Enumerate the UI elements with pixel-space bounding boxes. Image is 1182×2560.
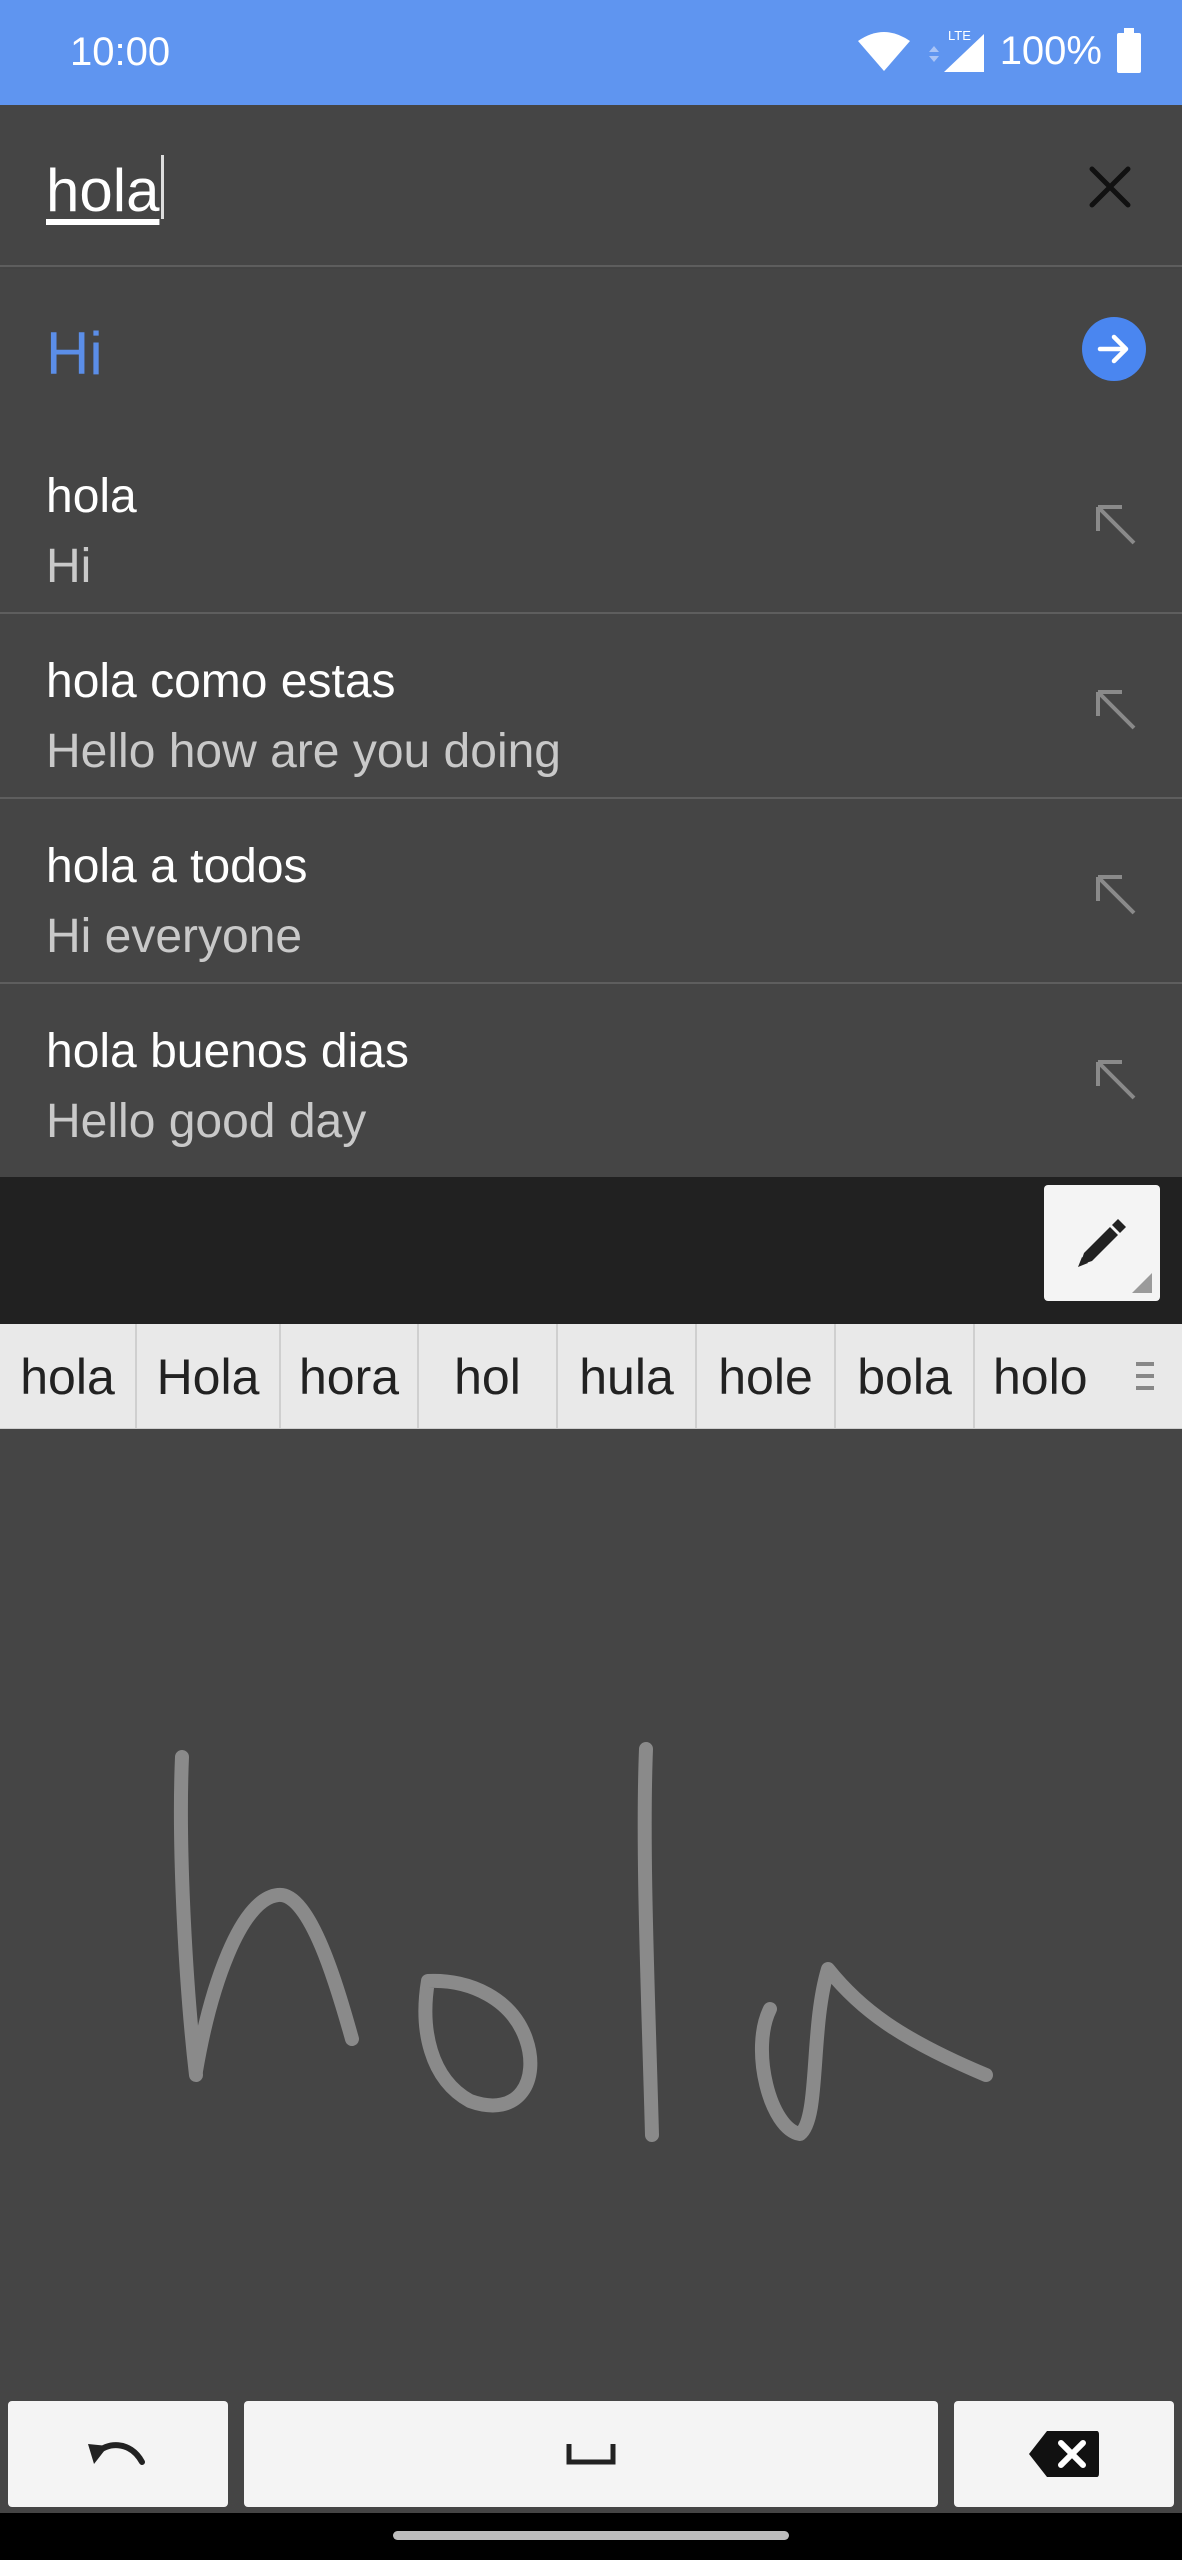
pen-icon xyxy=(1078,1219,1126,1267)
close-icon xyxy=(1089,166,1131,208)
search-input[interactable]: hola xyxy=(46,155,165,225)
suggestion-translation: Hi xyxy=(46,540,92,593)
battery-percent: 100% xyxy=(999,28,1102,73)
candidate-button[interactable]: hora xyxy=(281,1324,419,1429)
suggestion-item[interactable]: hola como estas Hello how are you doing xyxy=(0,614,1182,799)
undo-icon xyxy=(88,2442,145,2465)
north-west-arrow-icon[interactable] xyxy=(1090,1054,1142,1106)
candidate-button[interactable]: hola xyxy=(0,1324,137,1429)
open-translation-button[interactable] xyxy=(1082,317,1146,381)
signal-icon: LTE xyxy=(928,28,984,72)
keyboard-bottom-row xyxy=(0,2395,1182,2513)
more-candidates-icon xyxy=(1136,1362,1154,1390)
search-input-text: hola xyxy=(46,157,160,224)
status-icons: LTE 100% xyxy=(856,26,1142,76)
home-indicator[interactable] xyxy=(393,2531,789,2540)
handwriting-toolbar xyxy=(0,1177,1182,1324)
suggestion-item[interactable]: hola a todos Hi everyone xyxy=(0,799,1182,984)
network-label: LTE xyxy=(948,28,971,43)
candidate-button[interactable]: holo xyxy=(975,1324,1114,1429)
space-button[interactable] xyxy=(244,2401,938,2507)
candidate-button[interactable]: hula xyxy=(558,1324,697,1429)
suggestion-item[interactable]: hola Hi xyxy=(0,429,1182,614)
candidate-button[interactable]: Hola xyxy=(137,1324,281,1429)
handwriting-strokes xyxy=(173,1742,993,2142)
backspace-icon xyxy=(1029,2431,1099,2477)
arrow-right-icon xyxy=(1097,334,1129,364)
battery-icon xyxy=(1117,28,1141,73)
clear-search-button[interactable] xyxy=(1078,155,1142,219)
undo-button[interactable] xyxy=(8,2401,228,2507)
suggestion-translation: Hi everyone xyxy=(46,910,303,963)
status-time: 10:00 xyxy=(70,30,171,74)
translation-text: Hi xyxy=(46,320,103,387)
handwriting-canvas[interactable] xyxy=(0,1429,1182,2395)
suggestion-translation: Hello good day xyxy=(46,1095,367,1148)
suggestion-source: hola buenos dias xyxy=(46,1025,409,1078)
north-west-arrow-icon[interactable] xyxy=(1090,869,1142,921)
pen-mode-button[interactable] xyxy=(1044,1185,1160,1301)
more-candidates-button[interactable] xyxy=(1114,1324,1178,1428)
north-west-arrow-icon[interactable] xyxy=(1090,684,1142,736)
suggestion-list: hola Hi hola como estas Hello how are yo… xyxy=(0,429,1182,1169)
candidate-button[interactable]: hol xyxy=(419,1324,558,1429)
backspace-button[interactable] xyxy=(954,2401,1174,2507)
candidate-button[interactable]: hole xyxy=(697,1324,836,1429)
space-icon xyxy=(566,2444,616,2465)
suggestion-source: hola a todos xyxy=(46,840,308,893)
candidate-strip: hola Hola hora hol hula hole bola holo xyxy=(0,1324,1182,1429)
search-bar: hola xyxy=(0,105,1182,267)
suggestion-translation: Hello how are you doing xyxy=(46,725,561,778)
suggestion-source: hola xyxy=(46,470,137,523)
pen-options-corner xyxy=(1132,1273,1152,1293)
north-west-arrow-icon[interactable] xyxy=(1090,499,1142,551)
suggestion-source: hola como estas xyxy=(46,655,396,708)
status-bar: 10:00 LTE 100% xyxy=(0,0,1182,105)
translation-result-row[interactable]: Hi xyxy=(0,269,1182,429)
candidate-button[interactable]: bola xyxy=(836,1324,975,1429)
suggestion-item[interactable]: hola buenos dias Hello good day xyxy=(0,984,1182,1169)
wifi-icon xyxy=(857,32,910,71)
navigation-bar xyxy=(0,2513,1182,2560)
text-caret xyxy=(161,155,165,219)
